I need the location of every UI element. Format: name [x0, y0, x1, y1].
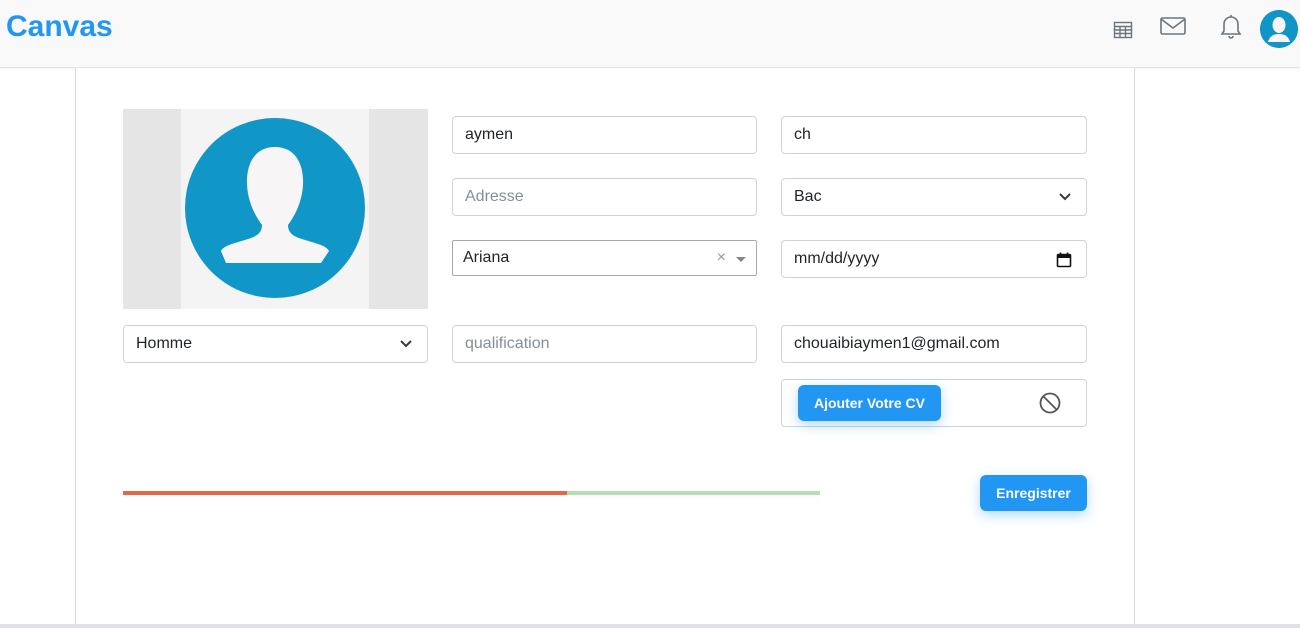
user-avatar-icon[interactable]	[1260, 10, 1298, 48]
education-selected-value: Bac	[794, 188, 822, 205]
birth-date-field[interactable]: mm/dd/yyyy	[781, 240, 1087, 278]
default-avatar-icon	[185, 118, 365, 298]
last-name-input[interactable]	[794, 117, 1074, 153]
progress-bar-fill	[123, 491, 567, 495]
first-name-field[interactable]	[452, 116, 757, 154]
save-button[interactable]: Enregistrer	[980, 475, 1087, 511]
gender-selected-value: Homme	[136, 335, 193, 352]
city-select[interactable]: Ariana ×	[452, 240, 757, 276]
chevron-down-icon	[1059, 193, 1071, 201]
clear-selection-icon[interactable]: ×	[717, 241, 726, 275]
city-selected-value: Ariana	[463, 249, 510, 266]
profile-photo[interactable]	[123, 109, 428, 309]
mail-icon[interactable]	[1159, 12, 1187, 40]
address-field[interactable]	[452, 178, 757, 216]
gender-select[interactable]: Homme	[123, 325, 428, 363]
bell-icon[interactable]	[1217, 12, 1245, 40]
last-name-field[interactable]	[781, 116, 1087, 154]
education-select[interactable]: Bac	[781, 178, 1087, 216]
qualification-input[interactable]	[465, 326, 744, 362]
first-name-input[interactable]	[465, 117, 744, 153]
progress-bar-track	[567, 491, 820, 495]
email-field[interactable]	[781, 325, 1087, 363]
brand-logo[interactable]: Canvas	[6, 10, 113, 44]
email-input[interactable]	[794, 326, 1074, 362]
no-file-icon	[1039, 392, 1061, 414]
calendar-icon[interactable]	[1056, 252, 1072, 268]
top-navbar: Canvas	[0, 0, 1300, 68]
table-icon[interactable]	[1109, 16, 1137, 44]
qualification-field[interactable]	[452, 325, 757, 363]
address-input[interactable]	[465, 179, 744, 215]
dropdown-arrow-icon[interactable]	[736, 257, 746, 262]
birth-date-placeholder: mm/dd/yyyy	[794, 250, 880, 267]
chevron-down-icon	[400, 340, 412, 348]
page-bottom-border	[0, 624, 1300, 628]
add-cv-button[interactable]: Ajouter Votre CV	[798, 385, 941, 421]
